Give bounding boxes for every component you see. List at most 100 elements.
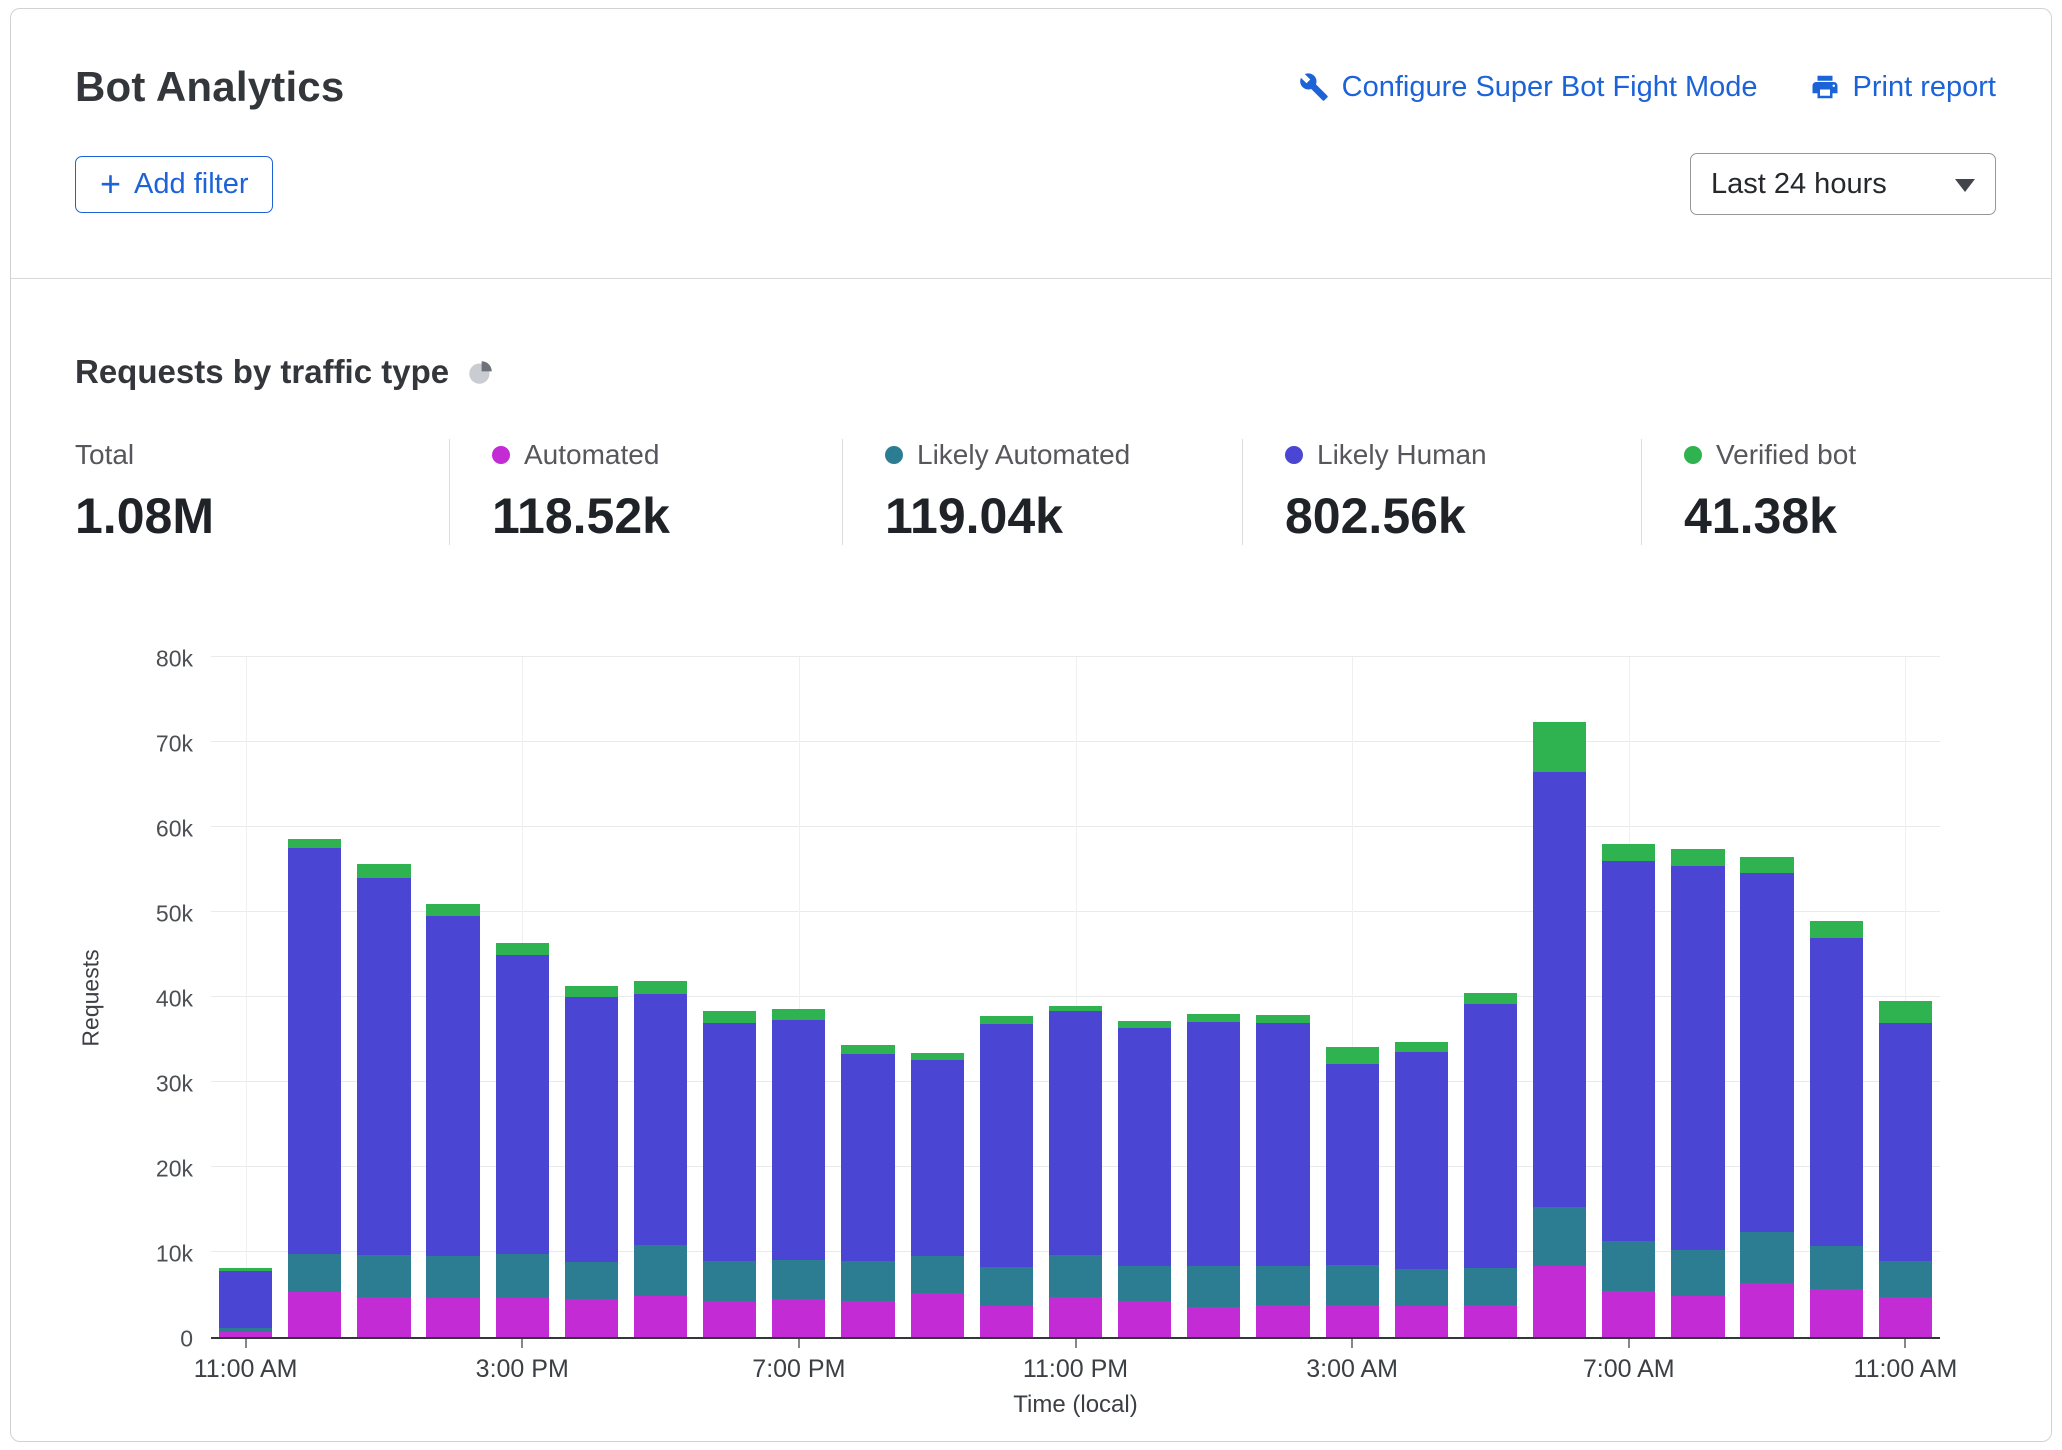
bar-segment-likely-human[interactable] <box>772 1020 825 1260</box>
bar-segment-verified-bot[interactable] <box>1740 857 1793 873</box>
bar-segment-likely-human[interactable] <box>1740 873 1793 1233</box>
bar-segment-verified-bot[interactable] <box>1187 1014 1240 1022</box>
bar-segment-verified-bot[interactable] <box>357 864 410 878</box>
bar-segment-automated[interactable] <box>703 1301 756 1337</box>
bar-segment-likely-automated[interactable] <box>565 1262 618 1299</box>
bar-segment-likely-automated[interactable] <box>426 1256 479 1298</box>
bar-segment-likely-automated[interactable] <box>357 1255 410 1297</box>
bar-segment-verified-bot[interactable] <box>1326 1047 1379 1064</box>
bar-segment-likely-human[interactable] <box>1602 861 1655 1241</box>
bar-segment-likely-human[interactable] <box>1049 1011 1102 1255</box>
bar-segment-verified-bot[interactable] <box>1118 1021 1171 1029</box>
bar-segment-verified-bot[interactable] <box>634 981 687 995</box>
bar-segment-verified-bot[interactable] <box>426 904 479 917</box>
bar-segment-likely-automated[interactable] <box>1810 1246 1863 1289</box>
bar-segment-likely-human[interactable] <box>1879 1023 1932 1262</box>
bar-segment-likely-human[interactable] <box>1118 1028 1171 1265</box>
bar-segment-verified-bot[interactable] <box>1395 1042 1448 1052</box>
bar-segment-likely-human[interactable] <box>288 848 341 1253</box>
bar-segment-automated[interactable] <box>1049 1297 1102 1337</box>
bar-segment-verified-bot[interactable] <box>841 1045 894 1054</box>
bar-segment-verified-bot[interactable] <box>1256 1015 1309 1024</box>
bar-segment-verified-bot[interactable] <box>1533 722 1586 772</box>
bar-segment-automated[interactable] <box>357 1297 410 1337</box>
bar-segment-verified-bot[interactable] <box>1879 1001 1932 1022</box>
time-range-select[interactable]: Last 24 hours <box>1690 153 1996 215</box>
bar-segment-verified-bot[interactable] <box>772 1009 825 1020</box>
bar-segment-likely-human[interactable] <box>565 997 618 1262</box>
bar-segment-likely-automated[interactable] <box>1740 1232 1793 1282</box>
bar-segment-likely-human[interactable] <box>357 878 410 1255</box>
bar-segment-likely-automated[interactable] <box>1464 1268 1517 1305</box>
bar-segment-verified-bot[interactable] <box>1671 849 1724 866</box>
bar-segment-verified-bot[interactable] <box>288 839 341 848</box>
configure-super-bot-fight-mode-link[interactable]: Configure Super Bot Fight Mode <box>1299 71 1758 104</box>
bar-segment-likely-human[interactable] <box>1187 1022 1240 1267</box>
bar-segment-likely-human[interactable] <box>496 955 549 1254</box>
bar-segment-likely-automated[interactable] <box>1118 1266 1171 1302</box>
add-filter-button[interactable]: + Add filter <box>75 156 273 213</box>
bar-segment-likely-human[interactable] <box>1256 1023 1309 1265</box>
bar-segment-likely-automated[interactable] <box>1671 1250 1724 1296</box>
bar-segment-automated[interactable] <box>1256 1305 1309 1337</box>
bar-segment-likely-automated[interactable] <box>1395 1269 1448 1306</box>
bar-segment-verified-bot[interactable] <box>1464 993 1517 1004</box>
bar-segment-automated[interactable] <box>1810 1289 1863 1337</box>
bar-segment-automated[interactable] <box>841 1301 894 1337</box>
bar-segment-likely-human[interactable] <box>1533 772 1586 1207</box>
bar-segment-likely-automated[interactable] <box>1879 1261 1932 1297</box>
bar-segment-likely-automated[interactable] <box>1326 1265 1379 1305</box>
bar-segment-likely-human[interactable] <box>426 916 479 1256</box>
bar-segment-automated[interactable] <box>1118 1301 1171 1337</box>
bar-segment-automated[interactable] <box>1602 1291 1655 1337</box>
bar-segment-automated[interactable] <box>496 1298 549 1337</box>
bar-segment-likely-human[interactable] <box>219 1271 272 1328</box>
bar-segment-verified-bot[interactable] <box>703 1011 756 1022</box>
bar-segment-likely-automated[interactable] <box>496 1254 549 1298</box>
bar-segment-verified-bot[interactable] <box>496 943 549 955</box>
bar-segment-likely-human[interactable] <box>1671 866 1724 1250</box>
bar-segment-likely-automated[interactable] <box>634 1245 687 1296</box>
bar-segment-verified-bot[interactable] <box>1049 1006 1102 1012</box>
bar-segment-automated[interactable] <box>1533 1266 1586 1337</box>
bar-segment-verified-bot[interactable] <box>980 1016 1033 1025</box>
bar-segment-automated[interactable] <box>1740 1283 1793 1337</box>
bar-segment-likely-human[interactable] <box>1464 1004 1517 1268</box>
bar-segment-likely-human[interactable] <box>1810 938 1863 1247</box>
print-report-link[interactable]: Print report <box>1810 71 1996 104</box>
bar-segment-verified-bot[interactable] <box>219 1268 272 1271</box>
bar-segment-automated[interactable] <box>980 1306 1033 1337</box>
bar-segment-verified-bot[interactable] <box>911 1053 964 1060</box>
bar-segment-automated[interactable] <box>634 1296 687 1337</box>
bar-segment-likely-automated[interactable] <box>1049 1255 1102 1297</box>
bar-segment-likely-human[interactable] <box>841 1054 894 1261</box>
bar-segment-automated[interactable] <box>1395 1306 1448 1337</box>
bar-segment-automated[interactable] <box>565 1299 618 1337</box>
bar-segment-likely-automated[interactable] <box>288 1254 341 1292</box>
bar-segment-likely-human[interactable] <box>634 994 687 1245</box>
bar-segment-likely-automated[interactable] <box>1533 1207 1586 1266</box>
bar-segment-likely-human[interactable] <box>980 1024 1033 1267</box>
bar-segment-verified-bot[interactable] <box>1602 844 1655 861</box>
bar-segment-verified-bot[interactable] <box>565 986 618 997</box>
bar-segment-likely-automated[interactable] <box>911 1256 964 1293</box>
bar-segment-likely-automated[interactable] <box>1256 1266 1309 1305</box>
bar-segment-likely-automated[interactable] <box>219 1328 272 1332</box>
bar-segment-likely-automated[interactable] <box>703 1261 756 1302</box>
bar-segment-likely-automated[interactable] <box>980 1267 1033 1306</box>
bar-segment-likely-automated[interactable] <box>1602 1241 1655 1291</box>
bar-segment-automated[interactable] <box>1326 1305 1379 1337</box>
bar-segment-automated[interactable] <box>288 1292 341 1337</box>
bar-segment-likely-human[interactable] <box>1326 1064 1379 1265</box>
bar-segment-likely-automated[interactable] <box>772 1260 825 1299</box>
bar-segment-automated[interactable] <box>1464 1305 1517 1337</box>
bar-segment-automated[interactable] <box>772 1299 825 1337</box>
bar-segment-automated[interactable] <box>426 1298 479 1337</box>
bar-segment-automated[interactable] <box>1671 1296 1724 1337</box>
bar-segment-likely-automated[interactable] <box>1187 1266 1240 1307</box>
bar-segment-automated[interactable] <box>911 1293 964 1337</box>
bar-segment-automated[interactable] <box>1879 1297 1932 1337</box>
bar-segment-verified-bot[interactable] <box>1810 921 1863 938</box>
bar-segment-likely-human[interactable] <box>911 1060 964 1256</box>
bar-segment-automated[interactable] <box>1187 1307 1240 1337</box>
